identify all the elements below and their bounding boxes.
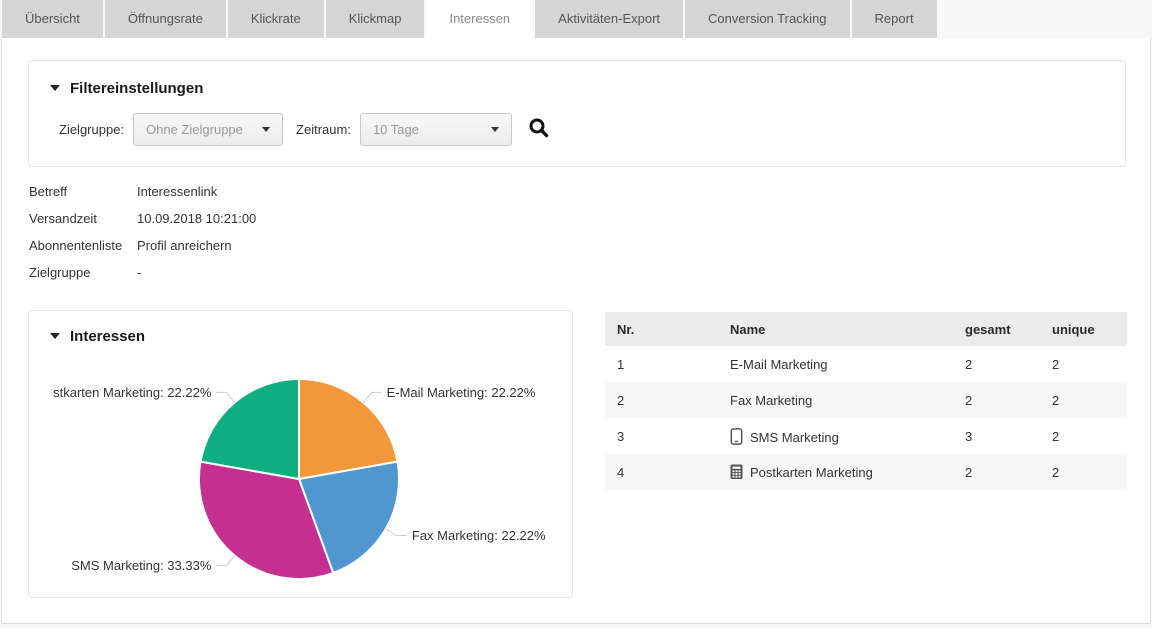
tab-interessen[interactable]: Interessen: [426, 0, 533, 38]
cell-name: Postkarten Marketing: [718, 454, 953, 490]
cell-gesamt: 2: [953, 382, 1040, 418]
tab-bar: Übersicht Öffnungsrate Klickrate Klickma…: [2, 0, 937, 38]
info-value: Profil anreichern: [137, 238, 232, 253]
table-row: 4 Postkarten Marketing 2: [605, 454, 1127, 490]
table-row: 3 SMS Marketing 3 2: [605, 418, 1127, 454]
info-row-versandzeit: Versandzeit 10.09.2018 10:21:00: [29, 211, 256, 226]
cell-nr: 3: [605, 418, 718, 454]
tab-klickmap[interactable]: Klickmap: [326, 0, 425, 38]
zeitraum-dropdown-value: 10 Tage: [373, 122, 419, 137]
pie-label-leader-line: [216, 556, 234, 566]
cell-unique: 2: [1040, 382, 1127, 418]
col-header-gesamt: gesamt: [953, 312, 1040, 346]
cell-name: Fax Marketing: [718, 382, 953, 418]
cell-gesamt: 2: [953, 454, 1040, 490]
pie-slice-label: E-Mail Marketing: 22.22%: [387, 385, 536, 400]
cell-name: E-Mail Marketing: [718, 346, 953, 382]
info-label: Abonnentenliste: [29, 238, 137, 253]
pie-slice-label: Fax Marketing: 22.22%: [412, 528, 546, 543]
cell-gesamt: 3: [953, 418, 1040, 454]
zeitraum-dropdown[interactable]: 10 Tage: [360, 113, 512, 146]
filter-controls: Zielgruppe: Ohne Zielgruppe Zeitraum: 10…: [50, 113, 1125, 146]
cell-nr: 4: [605, 454, 718, 490]
zeitraum-label: Zeitraum:: [296, 122, 351, 137]
mobile-phone-icon: [730, 428, 743, 445]
zielgruppe-label: Zielgruppe:: [59, 122, 124, 137]
info-label: Zielgruppe: [29, 265, 137, 280]
cell-nr: 1: [605, 346, 718, 382]
pie-chart-wrap: E-Mail Marketing: 22.22% Fax Marketing: 2…: [29, 356, 572, 596]
col-header-unique: unique: [1040, 312, 1127, 346]
tab-uebersicht[interactable]: Übersicht: [2, 0, 103, 38]
zielgruppe-dropdown-value: Ohne Zielgruppe: [146, 122, 243, 137]
mailing-info: Betreff Interessenlink Versandzeit 10.09…: [29, 184, 256, 292]
collapse-triangle-icon: [50, 85, 60, 91]
cell-unique: 2: [1040, 346, 1127, 382]
info-row-zielgruppe: Zielgruppe -: [29, 265, 256, 280]
pie-label-leader-line: [363, 392, 381, 402]
collapse-triangle-icon: [50, 333, 60, 339]
tab-aktivitaeten-export[interactable]: Aktivitäten-Export: [535, 0, 683, 38]
cell-gesamt: 2: [953, 346, 1040, 382]
tab-report[interactable]: Report: [852, 0, 937, 38]
search-button[interactable]: [526, 115, 552, 144]
pie-slice-label: stkarten Marketing: 22.22%: [53, 385, 212, 400]
pie-slice-stkarten-marketing[interactable]: [201, 379, 300, 479]
zielgruppe-dropdown[interactable]: Ohne Zielgruppe: [133, 113, 283, 146]
interessen-header[interactable]: Interessen: [50, 328, 572, 346]
calculator-icon: [730, 464, 743, 480]
info-label: Betreff: [29, 184, 137, 199]
info-row-betreff: Betreff Interessenlink: [29, 184, 256, 199]
cell-unique: 2: [1040, 418, 1127, 454]
content-area: Filtereinstellungen Zielgruppe: Ohne Zie…: [1, 38, 1151, 624]
info-value: 10.09.2018 10:21:00: [137, 211, 256, 226]
info-value: -: [137, 265, 141, 280]
interessen-table: Nr. Name gesamt unique 1 E-Mail Marketin…: [605, 312, 1127, 490]
col-header-nr: Nr.: [605, 312, 718, 346]
tab-oeffnungsrate[interactable]: Öffnungsrate: [105, 0, 226, 38]
tab-conversion-tracking[interactable]: Conversion Tracking: [685, 0, 850, 38]
table-row: 2 Fax Marketing 2 2: [605, 382, 1127, 418]
cell-nr: 2: [605, 382, 718, 418]
col-header-name: Name: [718, 312, 953, 346]
page: Übersicht Öffnungsrate Klickrate Klickma…: [0, 0, 1152, 628]
filter-settings-title: Filtereinstellungen: [70, 80, 203, 97]
info-row-abonnentenliste: Abonnentenliste Profil anreichern: [29, 238, 256, 253]
cell-unique: 2: [1040, 454, 1127, 490]
chevron-down-icon: [491, 127, 499, 132]
cell-name: SMS Marketing: [718, 418, 953, 454]
search-icon: [528, 117, 550, 139]
cell-name-text: Postkarten Marketing: [750, 465, 873, 480]
pie-slice-label: SMS Marketing: 33.33%: [71, 558, 212, 573]
interessen-panel: Interessen E-Mail Marketing: 22.22% Fax M…: [28, 310, 573, 598]
table-row: 1 E-Mail Marketing 2 2: [605, 346, 1127, 382]
filter-settings-panel: Filtereinstellungen Zielgruppe: Ohne Zie…: [28, 60, 1126, 167]
pie-label-leader-line: [386, 529, 407, 536]
interessen-title: Interessen: [70, 328, 145, 345]
info-label: Versandzeit: [29, 211, 137, 226]
chevron-down-icon: [262, 127, 270, 132]
table-header-row: Nr. Name gesamt unique: [605, 312, 1127, 346]
cell-name-text: SMS Marketing: [750, 430, 839, 445]
interessen-pie-chart: E-Mail Marketing: 22.22% Fax Marketing: 2…: [29, 356, 574, 591]
filter-settings-header[interactable]: Filtereinstellungen: [50, 80, 1125, 98]
info-value: Interessenlink: [137, 184, 217, 199]
pie-label-leader-line: [216, 392, 234, 402]
tab-klickrate[interactable]: Klickrate: [228, 0, 324, 38]
